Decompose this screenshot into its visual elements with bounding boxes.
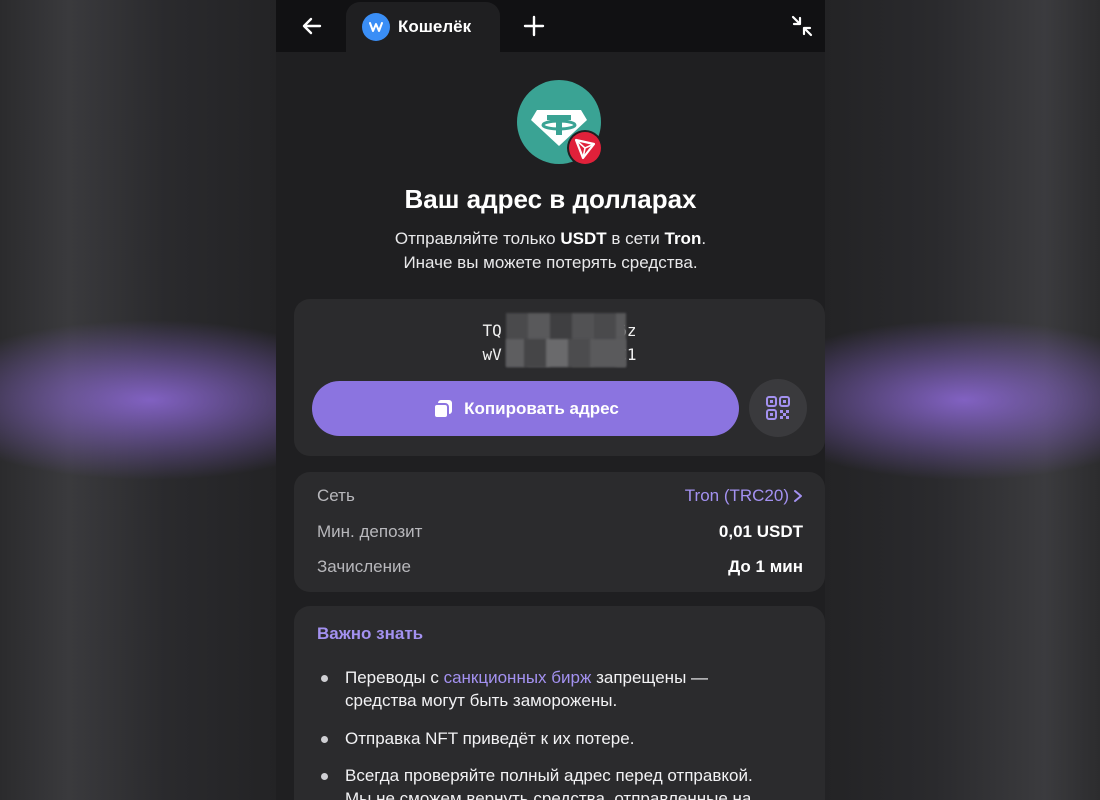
address-redaction — [506, 339, 626, 367]
new-tab-button[interactable] — [518, 10, 550, 42]
page-subtitle: Отправляйте только USDT в сети Tron. Ина… — [276, 227, 825, 275]
collapse-button[interactable] — [786, 10, 818, 42]
credit-time-value: До 1 мин — [728, 557, 803, 576]
background-right — [824, 0, 1100, 800]
subtitle-line-2: Иначе вы можете потерять средства. — [403, 253, 698, 272]
min-deposit-row: Мин. депозит 0,01 USDT — [317, 520, 803, 544]
plus-icon — [523, 15, 545, 37]
back-button[interactable] — [296, 10, 328, 42]
qr-code-button[interactable] — [749, 379, 807, 437]
wallet-app-icon — [362, 13, 390, 41]
min-deposit-value: 0,01 USDT — [718, 522, 803, 541]
subtitle-line-1: Отправляйте только USDT в сети Tron. — [394, 229, 707, 248]
address-card: TQ 6z wV C1 Копировать адрес — [294, 299, 825, 456]
chevron-right-icon — [794, 490, 802, 502]
collapse-icon — [791, 15, 813, 37]
notice-item: Всегда проверяйте полный адрес перед отп… — [317, 764, 807, 800]
credit-time-label: Зачисление — [317, 557, 411, 576]
notice-title: Важно знать — [317, 624, 424, 643]
network-label: Сеть — [317, 486, 355, 505]
min-deposit-label: Мин. депозит — [317, 522, 423, 541]
important-notice-card: Важно знать Переводы с санкционных бирж … — [294, 606, 825, 800]
back-arrow-icon — [302, 17, 322, 35]
tab-wallet[interactable]: Кошелёк — [346, 2, 500, 52]
credit-time-row: Зачисление До 1 мин — [317, 555, 803, 579]
wallet-window: Кошелёк Ваш адрес в долларах Отправляйте… — [276, 0, 825, 800]
network-row[interactable]: Сеть Tron (TRC20) — [317, 484, 803, 508]
deposit-details-card: Сеть Tron (TRC20) Мин. депозит 0,01 USDT… — [294, 472, 825, 592]
copy-address-button[interactable]: Копировать адрес — [312, 381, 739, 436]
tab-label: Кошелёк — [398, 17, 472, 36]
copy-address-label: Копировать адрес — [464, 398, 619, 418]
page-title: Ваш адрес в долларах — [404, 184, 697, 214]
network-selector[interactable]: Tron (TRC20) — [685, 486, 803, 506]
tether-icon — [517, 80, 603, 166]
notice-item: Отправка NFT приведёт к их потере. — [317, 727, 807, 750]
tron-icon — [567, 130, 603, 166]
qr-code-icon — [766, 396, 790, 420]
notice-item: Переводы с санкционных бирж запрещены — … — [317, 666, 807, 712]
background-left — [0, 0, 276, 800]
top-bar: Кошелёк — [276, 0, 825, 52]
sanctioned-exchanges-link[interactable]: санкционных бирж — [444, 668, 592, 687]
copy-icon — [433, 399, 453, 419]
